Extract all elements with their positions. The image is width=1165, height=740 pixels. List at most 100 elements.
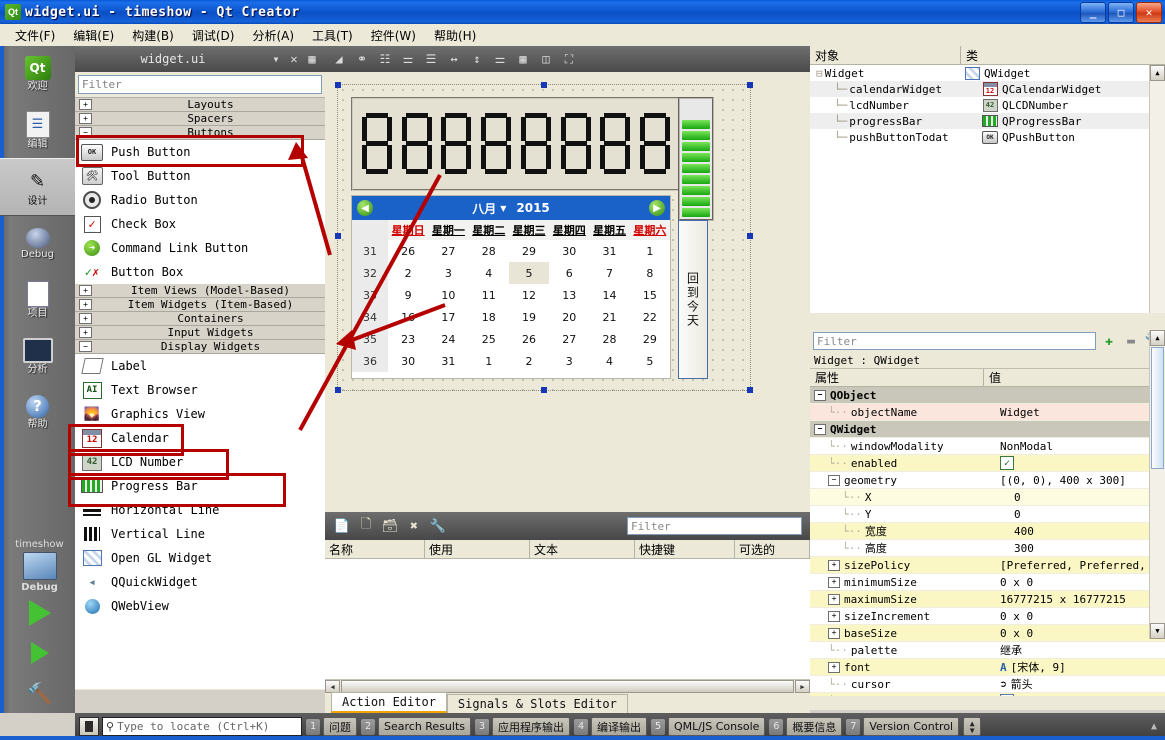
calendar-month[interactable]: 八月 bbox=[472, 200, 496, 217]
property-filter-input[interactable]: Filter bbox=[813, 332, 1096, 350]
calendar-day[interactable]: 6 bbox=[549, 262, 589, 284]
calendar-day[interactable]: 19 bbox=[509, 306, 549, 328]
progress-bar-widget[interactable] bbox=[678, 97, 714, 221]
object-tree-row[interactable]: ⊟ Widget QWidget bbox=[810, 65, 1165, 81]
output-pane-search-results[interactable]: 2 Search Results bbox=[361, 717, 472, 736]
minus-icon[interactable]: ▬ bbox=[1122, 333, 1140, 349]
expander-icon[interactable]: + bbox=[828, 661, 840, 673]
resize-handle-nw[interactable] bbox=[335, 82, 341, 88]
sidebar-item-edit[interactable]: ☰ 编辑 bbox=[0, 102, 75, 158]
calendar-year[interactable]: 2015 bbox=[516, 201, 549, 215]
expander-icon[interactable]: + bbox=[828, 593, 840, 605]
property-value[interactable]: 继承 bbox=[996, 642, 1165, 658]
expander-icon[interactable]: − bbox=[814, 389, 826, 401]
property-value[interactable]: 300 bbox=[1010, 542, 1165, 555]
property-row[interactable]: + baseSize 0 x 0 bbox=[810, 625, 1165, 642]
expander-icon[interactable]: + bbox=[828, 610, 840, 622]
widget-box-filter[interactable]: Filter bbox=[78, 75, 322, 94]
split-editor-icon[interactable]: ▦ bbox=[303, 50, 321, 68]
category-display-widgets[interactable]: − Display Widgets bbox=[75, 340, 325, 354]
chevron-down-icon[interactable]: ▾ bbox=[267, 50, 285, 68]
menu-widgets[interactable]: 控件(W) bbox=[362, 25, 425, 46]
checkbox-unchecked[interactable]: ✓ bbox=[1000, 694, 1014, 696]
widget-item-button-box[interactable]: ✓✗ Button Box bbox=[75, 260, 325, 284]
output-pane-icon[interactable] bbox=[79, 717, 99, 736]
calendar-day[interactable]: 7 bbox=[589, 262, 629, 284]
calendar-day[interactable]: 14 bbox=[589, 284, 629, 306]
layout-vertically-icon[interactable]: ☰ bbox=[421, 50, 441, 68]
build-button[interactable]: 🔨 bbox=[4, 673, 75, 713]
calendar-day[interactable]: 20 bbox=[549, 306, 589, 328]
kit-selector[interactable]: timeshow Debug bbox=[4, 535, 75, 593]
property-editor-vscrollbar[interactable]: ▲ ▼ bbox=[1149, 330, 1165, 639]
widget-item-opengl-widget[interactable]: Open GL Widget bbox=[75, 546, 325, 570]
expander-icon[interactable]: + bbox=[828, 627, 840, 639]
edit-buddies-icon[interactable]: ☷ bbox=[375, 50, 395, 68]
property-row[interactable]: └·· 宽度 400 bbox=[810, 523, 1165, 540]
property-value[interactable]: 400 bbox=[1010, 525, 1165, 538]
property-value[interactable]: ✓ bbox=[996, 456, 1165, 470]
widget-item-vertical-line[interactable]: Vertical Line bbox=[75, 522, 325, 546]
close-button[interactable]: ✕ bbox=[1136, 2, 1162, 23]
property-value[interactable]: ✓ bbox=[996, 694, 1165, 696]
column-property[interactable]: 属性 bbox=[810, 369, 984, 386]
action-editor-hscrollbar[interactable]: ◀ ▶ bbox=[325, 679, 810, 693]
sidebar-item-welcome[interactable]: Qt 欢迎 bbox=[0, 46, 75, 102]
object-tree-row[interactable]: └─ progressBar QProgressBar bbox=[810, 113, 1165, 129]
configure-icon[interactable]: 🔧 bbox=[429, 517, 447, 535]
category-layouts[interactable]: + Layouts bbox=[75, 98, 325, 112]
widget-item-tool-button[interactable]: 🛠 Tool Button bbox=[75, 164, 325, 188]
copy-action-icon[interactable]: 🗋 bbox=[357, 517, 375, 535]
widget-item-command-link-button[interactable]: ➜ Command Link Button bbox=[75, 236, 325, 260]
layout-splitter-vertical-icon[interactable]: ↕ bbox=[467, 50, 487, 68]
debug-button[interactable] bbox=[4, 633, 75, 673]
sidebar-item-debug[interactable]: Debug bbox=[0, 216, 75, 272]
plus-icon[interactable]: ✚ bbox=[1100, 333, 1118, 349]
sidebar-item-projects[interactable]: 项目 bbox=[0, 272, 75, 328]
property-value[interactable]: Widget bbox=[996, 406, 1165, 419]
property-row[interactable]: + font A [宋体, 9] bbox=[810, 659, 1165, 676]
expander-icon[interactable]: + bbox=[828, 559, 840, 571]
calendar-day[interactable]: 3 bbox=[428, 262, 468, 284]
checkbox-checked[interactable]: ✓ bbox=[1000, 456, 1014, 470]
calendar-day[interactable]: 2 bbox=[388, 262, 428, 284]
column-used[interactable]: 使用 bbox=[425, 540, 530, 558]
calendar-day[interactable]: 13 bbox=[549, 284, 589, 306]
property-row[interactable]: + sizeIncrement 0 x 0 bbox=[810, 608, 1165, 625]
calendar-day[interactable]: 24 bbox=[428, 328, 468, 350]
property-value[interactable]: A [宋体, 9] bbox=[996, 659, 1165, 675]
tab-action-editor[interactable]: Action Editor bbox=[331, 692, 447, 713]
property-row[interactable]: + sizePolicy [Preferred, Preferred, 0··· bbox=[810, 557, 1165, 574]
column-value[interactable]: 值 bbox=[984, 369, 1165, 386]
calendar-day[interactable]: 17 bbox=[428, 306, 468, 328]
menu-tools[interactable]: 工具(T) bbox=[303, 25, 362, 46]
layout-form-icon[interactable]: ▦ bbox=[513, 50, 533, 68]
maximize-button[interactable]: □ bbox=[1108, 2, 1134, 23]
menu-help[interactable]: 帮助(H) bbox=[425, 25, 485, 46]
action-editor-filter[interactable]: Filter bbox=[627, 517, 802, 535]
edit-widgets-icon[interactable]: ◢ bbox=[329, 50, 349, 68]
next-month-icon[interactable]: ▶ bbox=[648, 200, 665, 216]
chevron-down-icon[interactable]: ▼ bbox=[500, 204, 506, 213]
resize-handle-sw[interactable] bbox=[335, 387, 341, 393]
calendar-day[interactable]: 28 bbox=[469, 240, 509, 262]
column-checkable[interactable]: 可选的 bbox=[735, 540, 810, 558]
today-button[interactable]: 回到今天 bbox=[678, 220, 708, 379]
scroll-right-icon[interactable]: ▶ bbox=[795, 680, 810, 693]
menu-analyze[interactable]: 分析(A) bbox=[243, 25, 303, 46]
new-action-icon[interactable]: 📄 bbox=[333, 517, 351, 535]
widget-box-list[interactable]: + Layouts + Spacers − Buttons OK Push Bu… bbox=[75, 97, 325, 689]
property-row[interactable]: └·· enabled ✓ bbox=[810, 455, 1165, 472]
calendar-day[interactable]: 27 bbox=[428, 240, 468, 262]
widget-item-qwebview[interactable]: QWebView bbox=[75, 594, 325, 618]
column-name[interactable]: 名称 bbox=[325, 540, 425, 558]
calendar-day[interactable]: 11 bbox=[469, 284, 509, 306]
property-rows[interactable]: ▲ ▼ − QObject └·· objectName Widget − QWidget └… bbox=[810, 330, 1165, 696]
output-pane-version-control[interactable]: 7 Version Control bbox=[846, 717, 960, 736]
calendar-day[interactable]: 27 bbox=[549, 328, 589, 350]
property-row[interactable]: └·· cursor ➲ 箭头 bbox=[810, 676, 1165, 693]
calendar-day[interactable]: 30 bbox=[388, 350, 428, 372]
resize-handle-ne[interactable] bbox=[747, 82, 753, 88]
output-pane-issues[interactable]: 1 问题 bbox=[306, 717, 357, 736]
property-row[interactable]: └·· X 0 bbox=[810, 489, 1165, 506]
